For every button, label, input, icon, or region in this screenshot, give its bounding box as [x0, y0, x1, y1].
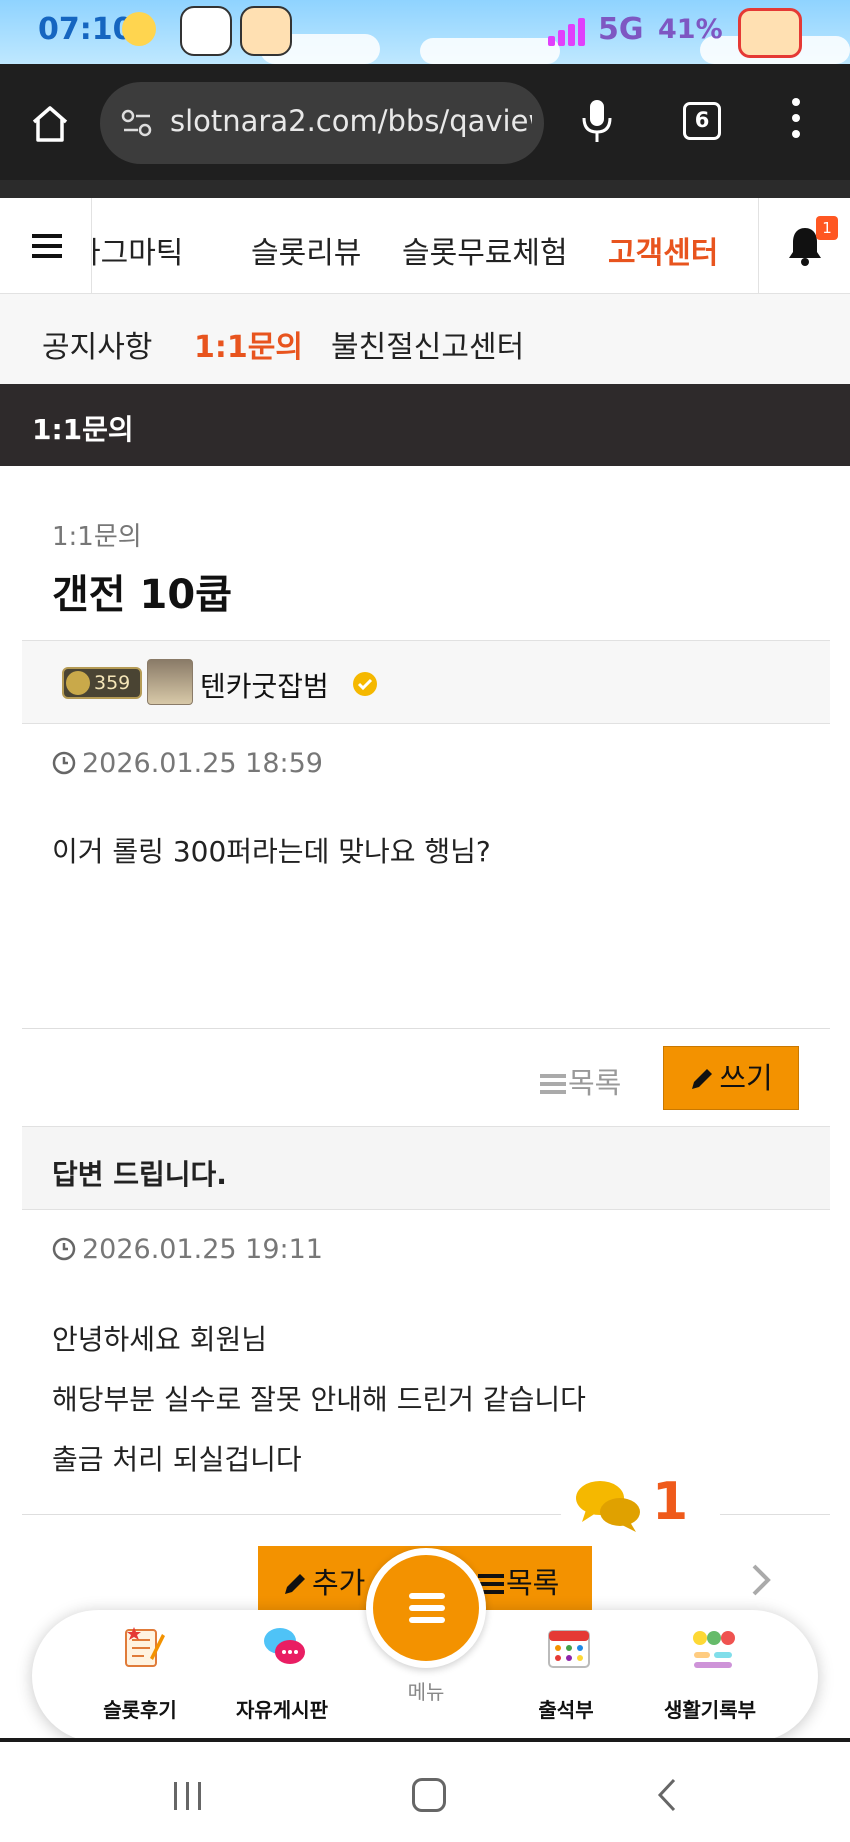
- url-text: slotnara2.com/bbs/qaview.: [170, 104, 532, 138]
- battery-level: 41%: [658, 14, 723, 45]
- write-button-label: 쓰기: [719, 1061, 773, 1095]
- system-home-icon[interactable]: [412, 1778, 446, 1812]
- pencil-icon: [692, 1069, 713, 1089]
- recent-apps-icon[interactable]: [174, 1782, 210, 1810]
- tabs-counter-button[interactable]: 6: [683, 102, 721, 140]
- clock-icon: [52, 751, 76, 775]
- menu-label: 메뉴: [407, 1680, 445, 1704]
- review-icon: [125, 1627, 165, 1667]
- top-nav-scroll[interactable]: 마그마틱 슬롯리뷰 슬롯무료체험 고객센터: [93, 198, 758, 294]
- level-value: 359: [94, 672, 131, 694]
- back-icon[interactable]: [652, 1776, 682, 1814]
- nav-item-customer-center[interactable]: 고객센터: [608, 228, 718, 272]
- more-vert-icon[interactable]: [790, 98, 802, 144]
- dock-item-attendance[interactable]: 출석부: [496, 1610, 636, 1742]
- pencil-icon: [285, 1574, 305, 1594]
- comment-count: 1: [652, 1472, 689, 1532]
- dock-label: 출석부: [538, 1698, 594, 1722]
- author-row: 359 텐카굿잡범: [22, 640, 830, 724]
- level-badge: 359: [62, 667, 142, 699]
- calendar-icon: [548, 1630, 590, 1668]
- comment-counter[interactable]: 1: [560, 1466, 720, 1546]
- write-button[interactable]: 쓰기: [663, 1046, 799, 1110]
- list-button[interactable]: 목록: [540, 1060, 621, 1102]
- cloud-decoration: [420, 38, 560, 64]
- bottom-list-button[interactable]: 목록: [478, 1560, 559, 1602]
- answer-date: 2026.01.25 19:11: [82, 1234, 323, 1265]
- notification-badge: 1: [816, 216, 838, 240]
- dock-label: 생활기록부: [664, 1698, 756, 1722]
- signal-icon: [548, 16, 588, 46]
- browser-toolbar: slotnara2.com/bbs/qaview. 6: [0, 64, 850, 180]
- post-title: 갠전 10쿱: [52, 572, 232, 618]
- answer-title: 답변 드립니다.: [52, 1158, 227, 1191]
- notification-button[interactable]: 1: [758, 198, 850, 294]
- post-category: 1:1문의: [52, 522, 142, 552]
- status-bar: 07:10 5G 41%: [0, 0, 850, 64]
- section-title: 1:1문의: [32, 413, 134, 446]
- nav-item-slot-review[interactable]: 슬롯리뷰: [251, 228, 361, 272]
- sub-nav-notice[interactable]: 공지사항: [42, 322, 152, 366]
- home-icon[interactable]: [30, 104, 70, 144]
- sub-nav-inquiry[interactable]: 1:1문의: [194, 322, 303, 366]
- bottom-list-label: 목록: [506, 1566, 560, 1600]
- system-nav-bar: [0, 1738, 850, 1842]
- answer-line: 출금 처리 되실겁니다: [52, 1443, 302, 1476]
- dock-item-life-record[interactable]: 생활기록부: [640, 1610, 780, 1742]
- dock-label: 슬롯후기: [103, 1698, 177, 1722]
- menu-fab-button[interactable]: [366, 1548, 486, 1668]
- nav-item-magmatic[interactable]: 마그마틱: [93, 228, 183, 272]
- clock-icon: [52, 1237, 76, 1261]
- answer-date-row: 2026.01.25 19:11: [52, 1234, 323, 1265]
- answer-header: 답변 드립니다.: [22, 1126, 830, 1210]
- page-top-strip: [0, 180, 850, 198]
- list-icon: [540, 1074, 566, 1094]
- author-name[interactable]: 텐카굿잡범: [200, 665, 329, 705]
- hamburger-menu-button[interactable]: [0, 198, 92, 294]
- post-date: 2026.01.25 18:59: [82, 748, 323, 779]
- top-nav: 마그마틱 슬롯리뷰 슬롯무료체험 고객센터 1: [0, 198, 850, 294]
- microphone-icon[interactable]: [580, 98, 614, 144]
- comments-icon: [576, 1481, 640, 1532]
- dock-label: 자유게시판: [236, 1698, 328, 1722]
- section-header: 1:1문의: [0, 384, 850, 466]
- post-date-row: 2026.01.25 18:59: [52, 748, 323, 779]
- character-sticker-icon: [240, 6, 292, 56]
- chevron-right-icon[interactable]: [748, 1562, 774, 1598]
- app-notification-icon: [738, 8, 802, 58]
- chat-bubbles-icon: [264, 1628, 305, 1664]
- post-body: 이거 롤링 300퍼라는데 맞나요 행님?: [52, 835, 491, 868]
- answer-line: 안녕하세요 회원님: [52, 1323, 267, 1356]
- sub-nav-complaint-center[interactable]: 불친절신고센터: [331, 322, 524, 366]
- level-icon: [66, 671, 90, 695]
- list-button-label: 목록: [568, 1066, 622, 1100]
- smiley-icon: [122, 12, 156, 46]
- emoji-faces-icon: [693, 1631, 735, 1668]
- status-time: 07:10: [38, 12, 134, 47]
- sub-nav: 공지사항 1:1문의 불친절신고센터: [0, 294, 850, 384]
- answer-line: 해당부분 실수로 잘못 안내해 드린거 같습니다: [52, 1383, 586, 1416]
- dock-item-slot-review[interactable]: 슬롯후기: [70, 1610, 210, 1742]
- cat-sticker-icon: [180, 6, 232, 56]
- nav-item-free-trial[interactable]: 슬롯무료체험: [402, 228, 568, 272]
- author-avatar[interactable]: [147, 659, 193, 705]
- site-settings-icon[interactable]: [120, 106, 154, 140]
- verified-badge-icon: [353, 672, 377, 696]
- add-button-label: 추가: [312, 1566, 366, 1600]
- add-button[interactable]: 추가: [282, 1560, 365, 1602]
- dock-item-free-board[interactable]: 자유게시판: [212, 1610, 352, 1742]
- network-type: 5G: [598, 12, 644, 47]
- divider: [22, 1028, 830, 1029]
- address-bar[interactable]: slotnara2.com/bbs/qaview.: [100, 82, 544, 164]
